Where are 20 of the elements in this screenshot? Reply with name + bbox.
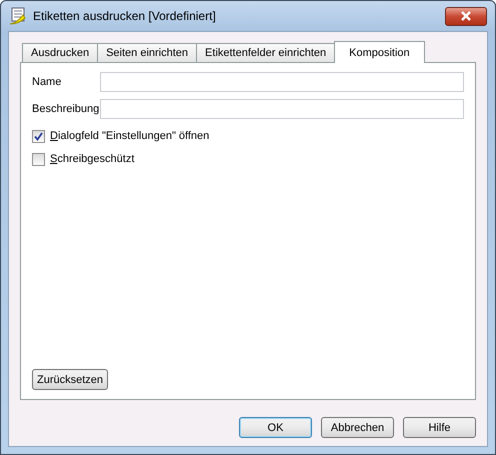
tab[interactable]: Ausdrucken	[22, 43, 98, 62]
checkbox[interactable]	[32, 152, 45, 166]
tab[interactable]: Komposition	[334, 41, 425, 63]
reset-button[interactable]: Zurücksetzen	[32, 369, 108, 390]
field-label: Beschreibung	[32, 103, 100, 115]
checkbox[interactable]	[32, 130, 45, 142]
checkbox-label: Schreibgeschützt	[50, 153, 134, 165]
input-field[interactable]	[100, 72, 464, 92]
checkbox-label: Dialogfeld "Einstellungen" öffnen	[50, 130, 210, 142]
close-button[interactable]	[445, 6, 487, 26]
field-label: Name	[32, 76, 62, 88]
tab[interactable]: Etikettenfelder einrichten	[196, 43, 336, 62]
window-title: Etiketten ausdrucken [Vordefiniert]	[33, 9, 217, 23]
dialog-button[interactable]: Hilfe	[403, 417, 476, 438]
tab[interactable]: Seiten einrichten	[97, 43, 198, 62]
close-icon	[460, 11, 472, 21]
dialog-button[interactable]: Abbrechen	[321, 417, 394, 438]
dialog-button[interactable]: OK	[239, 417, 312, 438]
input-field[interactable]	[100, 99, 464, 119]
label-sheet-icon	[9, 7, 27, 25]
